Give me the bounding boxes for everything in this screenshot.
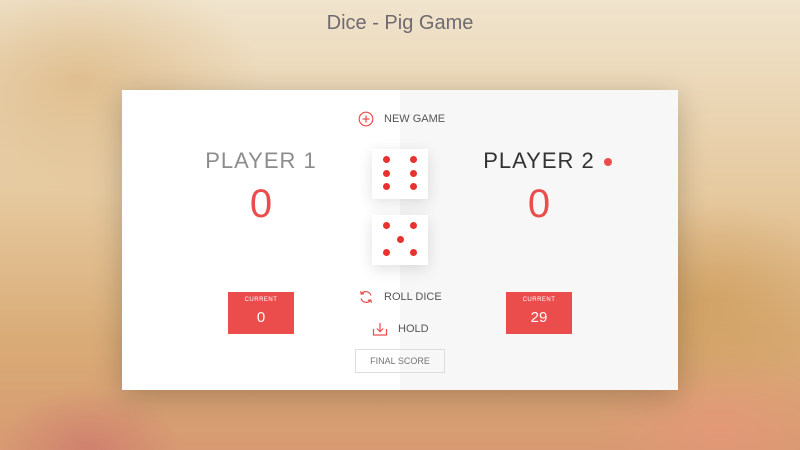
dice-pip xyxy=(410,170,417,177)
player-1-current-label: Current xyxy=(244,297,278,303)
player-2-name: Player 2 xyxy=(483,148,595,173)
roll-dice-label: Roll dice xyxy=(384,291,442,303)
dice-pip xyxy=(383,183,390,190)
hold-label: Hold xyxy=(398,323,429,335)
player-1-name: Player 1 xyxy=(205,148,317,173)
player-2-current-score: 29 xyxy=(530,309,548,326)
dice-pip xyxy=(383,249,390,256)
page-title: Dice - Pig Game xyxy=(326,12,474,34)
add-circle-icon xyxy=(358,111,374,127)
dice-2 xyxy=(372,215,428,265)
new-game-button[interactable]: New game xyxy=(358,111,445,127)
dice-pip xyxy=(410,222,417,229)
refresh-icon xyxy=(358,289,374,305)
final-score-input[interactable] xyxy=(355,349,445,373)
roll-dice-button[interactable]: Roll dice xyxy=(358,289,442,305)
dice-pip xyxy=(410,249,417,256)
player-2-current-box: Current 29 xyxy=(506,292,572,334)
player-2-score: 0 xyxy=(527,182,551,226)
dice-pip xyxy=(410,156,417,163)
dice-pip xyxy=(397,236,404,243)
player-2-panel-background xyxy=(400,90,678,390)
player-1-current-score: 0 xyxy=(256,309,266,326)
dice-pip xyxy=(383,156,390,163)
player-1-current-box: Current 0 xyxy=(228,292,294,334)
player-1-score: 0 xyxy=(249,182,273,226)
game-panel: Player 1 0 Current 0 Player 2 0 Current … xyxy=(122,90,678,390)
hold-button[interactable]: Hold xyxy=(372,321,429,337)
dice-pip xyxy=(383,170,390,177)
dice-1 xyxy=(372,149,428,199)
dice-pip xyxy=(410,183,417,190)
new-game-label: New game xyxy=(384,113,446,125)
download-icon xyxy=(372,321,388,337)
dice-pip xyxy=(383,222,390,229)
active-player-dot-icon xyxy=(604,158,612,166)
player-2-current-label: Current xyxy=(522,297,556,303)
